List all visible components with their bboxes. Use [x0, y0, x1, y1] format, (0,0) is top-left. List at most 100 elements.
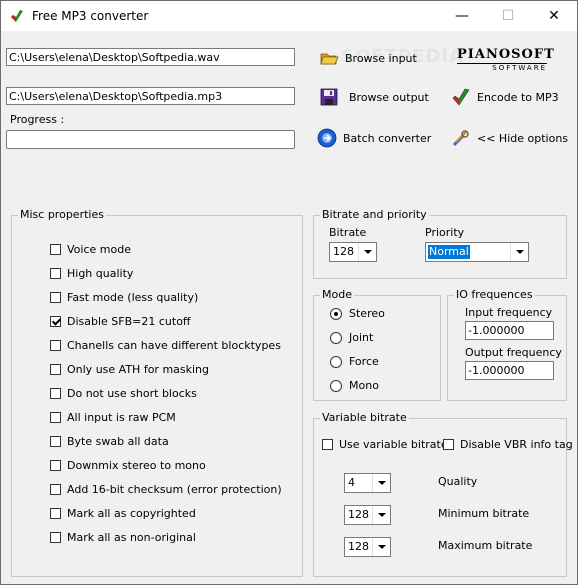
checkbox-box [50, 244, 61, 255]
variable-bitrate-group: Variable bitrate Use variable bitrate Di… [313, 411, 573, 577]
main-window: Free MP3 converter — ☐ ✕ SOFTPEDIA C:\Us… [0, 0, 578, 585]
bitrate-value: 128 [333, 245, 354, 258]
misc-option-checkbox[interactable]: Mark all as copyrighted [50, 507, 196, 520]
mode-group: Mode Stereo Joint Force Mono [313, 288, 441, 401]
pianosoft-logo: PIANOSOFT SOFTWARE [457, 47, 555, 72]
misc-option-label: Voice mode [67, 243, 131, 256]
app-icon [11, 10, 23, 22]
misc-option-checkbox[interactable]: Add 16-bit checksum (error protection) [50, 483, 282, 496]
use-vbr-label: Use variable bitrate [339, 438, 448, 451]
mode-radio-label: Joint [349, 331, 374, 344]
mode-title: Mode [320, 288, 354, 301]
close-button[interactable]: ✕ [531, 1, 577, 31]
misc-option-label: Disable SFB=21 cutoff [67, 315, 191, 328]
misc-properties-group: Misc properties Voice mode High quality Fa… [11, 208, 303, 577]
logo-line1: PIANOSOFT [457, 47, 555, 62]
minimum-bitrate-value: 128 [348, 508, 369, 521]
batch-converter-button[interactable]: Batch converter [317, 125, 431, 151]
misc-option-label: All input is raw PCM [67, 411, 176, 424]
maximum-bitrate-select[interactable]: 128 [344, 537, 391, 557]
bitrate-select[interactable]: 128 [329, 242, 377, 262]
minimum-bitrate-select[interactable]: 128 [344, 505, 391, 525]
browse-output-button[interactable]: Browse output [319, 84, 429, 110]
mode-radio-stereo[interactable]: Stereo [330, 307, 385, 320]
radio-dot [330, 379, 342, 392]
misc-option-checkbox[interactable]: High quality [50, 267, 133, 280]
chevron-down-icon [372, 506, 390, 524]
misc-option-label: Do not use short blocks [67, 387, 197, 400]
mode-radio-mono[interactable]: Mono [330, 379, 379, 392]
misc-option-checkbox[interactable]: Do not use short blocks [50, 387, 197, 400]
priority-label: Priority [425, 226, 465, 239]
radio-dot [330, 331, 342, 344]
checkbox-box [50, 364, 61, 375]
progress-label: Progress : [10, 113, 65, 126]
misc-option-label: Add 16-bit checksum (error protection) [67, 483, 282, 496]
chevron-down-icon [372, 474, 390, 492]
quality-select[interactable]: 4 [344, 473, 391, 493]
misc-option-label: Chanells can have different blocktypes [67, 339, 281, 352]
misc-option-label: Mark all as non-original [67, 531, 196, 544]
folder-open-icon [320, 53, 339, 65]
input-frequency-field[interactable]: -1.000000 [465, 321, 554, 340]
radio-dot [330, 307, 342, 320]
radio-dot [330, 355, 342, 368]
minimum-bitrate-label: Minimum bitrate [438, 507, 530, 520]
checkbox-box [50, 316, 61, 327]
window-title: Free MP3 converter [32, 9, 149, 23]
misc-option-label: Byte swab all data [67, 435, 169, 448]
misc-option-checkbox[interactable]: Chanells can have different blocktypes [50, 339, 281, 352]
misc-option-checkbox[interactable]: Byte swab all data [50, 435, 169, 448]
misc-option-checkbox[interactable]: Downmix stereo to mono [50, 459, 206, 472]
checkbox-box [50, 484, 61, 495]
misc-option-label: Only use ATH for masking [67, 363, 210, 376]
checkbox-box [50, 460, 61, 471]
misc-option-checkbox[interactable]: Mark all as non-original [50, 531, 196, 544]
checkbox-box [443, 439, 454, 450]
misc-option-label: Mark all as copyrighted [67, 507, 196, 520]
priority-select[interactable]: Normal [425, 242, 529, 262]
misc-option-label: Downmix stereo to mono [67, 459, 206, 472]
disable-vbr-tag-checkbox[interactable]: Disable VBR info tag [443, 438, 573, 451]
maximum-bitrate-value: 128 [348, 540, 369, 553]
output-frequency-field[interactable]: -1.000000 [465, 361, 554, 380]
output-frequency-label: Output frequency [465, 346, 562, 359]
title-bar: Free MP3 converter — ☐ ✕ [1, 1, 577, 31]
input-path-field[interactable]: C:\Users\elena\Desktop\Softpedia.wav [6, 48, 295, 66]
logo-line2: SOFTWARE [457, 63, 547, 72]
checkbox-box [50, 388, 61, 399]
misc-option-checkbox[interactable]: All input is raw PCM [50, 411, 176, 424]
batch-disc-icon [317, 128, 337, 148]
mode-radio-label: Stereo [349, 307, 385, 320]
encode-to-mp3-button[interactable]: Encode to MP3 [451, 84, 559, 110]
maximum-bitrate-label: Maximum bitrate [438, 539, 533, 552]
misc-option-checkbox[interactable]: Voice mode [50, 243, 131, 256]
hide-options-label: << Hide options [477, 131, 569, 145]
mode-radio-label: Force [349, 355, 379, 368]
hide-options-button[interactable]: << Hide options [451, 125, 568, 151]
chevron-down-icon [510, 243, 528, 261]
browse-output-label: Browse output [349, 90, 429, 104]
encode-arrow-icon [452, 88, 470, 106]
mode-radio-force[interactable]: Force [330, 355, 379, 368]
misc-option-checkbox[interactable]: Fast mode (less quality) [50, 291, 198, 304]
output-path-field[interactable]: C:\Users\elena\Desktop\Softpedia.mp3 [6, 87, 295, 105]
checkbox-box [50, 532, 61, 543]
bitrate-priority-title: Bitrate and priority [320, 208, 429, 221]
encode-to-mp3-label: Encode to MP3 [477, 90, 559, 104]
misc-option-checkbox[interactable]: Only use ATH for masking [50, 363, 209, 376]
minimize-button[interactable]: — [439, 1, 485, 31]
checkbox-box [50, 340, 61, 351]
quality-label: Quality [438, 475, 478, 488]
maximize-button[interactable]: ☐ [485, 1, 531, 31]
tools-icon [452, 130, 469, 147]
checkbox-box [322, 439, 333, 450]
misc-option-checkbox[interactable]: Disable SFB=21 cutoff [50, 315, 191, 328]
use-vbr-checkbox[interactable]: Use variable bitrate [322, 438, 448, 451]
browse-input-button[interactable]: Browse input [319, 45, 417, 71]
checkbox-box [50, 412, 61, 423]
disable-vbr-tag-label: Disable VBR info tag [460, 438, 573, 451]
bitrate-priority-group: Bitrate and priority Bitrate 128 Priorit… [313, 208, 567, 279]
mode-radio-joint[interactable]: Joint [330, 331, 373, 344]
io-frequences-group: IO frequences Input frequency -1.000000 … [447, 288, 567, 401]
